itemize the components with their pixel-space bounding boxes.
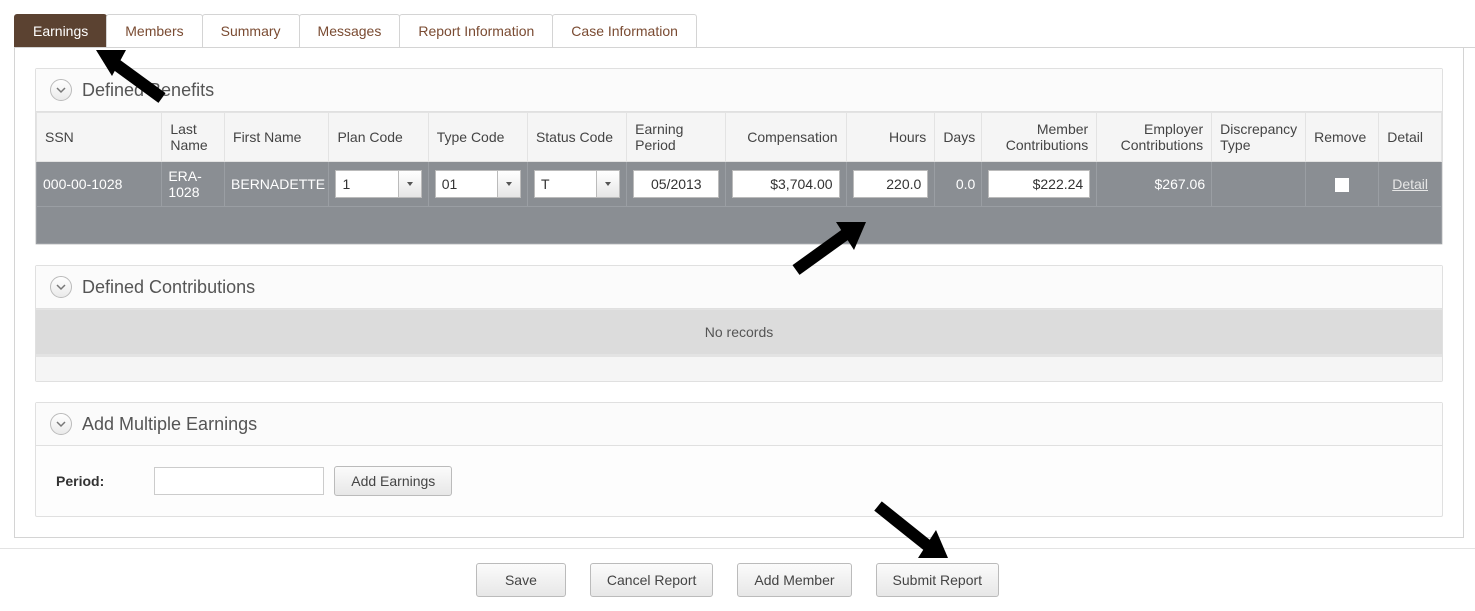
cell-earning-period	[627, 162, 726, 207]
col-last-name[interactable]: Last Name	[162, 113, 225, 162]
cell-ssn: 000-00-1028	[37, 162, 162, 207]
cell-days: 0.0	[935, 162, 982, 207]
cell-first-name: BERNADETTE	[225, 162, 329, 207]
tab-messages[interactable]: Messages	[299, 14, 401, 47]
col-type-code[interactable]: Type Code	[428, 113, 527, 162]
period-label: Period:	[56, 473, 104, 489]
plan-code-value: 1	[335, 170, 397, 198]
col-employer-contrib[interactable]: Employer Contributions	[1097, 113, 1212, 162]
cell-hours	[846, 162, 935, 207]
save-button[interactable]: Save	[476, 563, 566, 597]
cell-employer-contrib: $267.06	[1097, 162, 1212, 207]
col-earning-period[interactable]: Earning Period	[627, 113, 726, 162]
panel-header-defined-contributions[interactable]: Defined Contributions	[36, 266, 1442, 309]
no-records-message: No records	[36, 309, 1442, 356]
cell-plan-code: 1	[329, 162, 428, 207]
cell-detail: Detail	[1379, 162, 1442, 207]
chevron-down-icon[interactable]	[50, 79, 72, 101]
col-hours[interactable]: Hours	[846, 113, 935, 162]
col-plan-code[interactable]: Plan Code	[329, 113, 428, 162]
member-contrib-input[interactable]	[988, 170, 1090, 198]
status-code-value: T	[534, 170, 596, 198]
type-code-value: 01	[435, 170, 497, 198]
col-remove[interactable]: Remove	[1306, 113, 1379, 162]
arrow-annotation-icon	[870, 498, 950, 562]
table-header-row: SSN Last Name First Name Plan Code Type …	[37, 113, 1442, 162]
panel-header-defined-benefits[interactable]: Defined Benefits	[36, 69, 1442, 112]
tab-report-information[interactable]: Report Information	[399, 14, 553, 47]
hours-input[interactable]	[853, 170, 929, 198]
chevron-down-icon[interactable]	[50, 413, 72, 435]
col-discrepancy[interactable]: Discrepancy Type	[1212, 113, 1306, 162]
add-earnings-button[interactable]: Add Earnings	[334, 466, 452, 496]
cell-status-code: T	[527, 162, 626, 207]
panel-title: Defined Contributions	[82, 277, 255, 298]
cell-last-name: ERA-1028	[162, 162, 225, 207]
col-member-contrib[interactable]: Member Contributions	[982, 113, 1097, 162]
chevron-down-icon[interactable]	[50, 276, 72, 298]
col-ssn[interactable]: SSN	[37, 113, 162, 162]
tab-case-information[interactable]: Case Information	[552, 14, 697, 47]
chevron-down-icon[interactable]	[596, 170, 620, 198]
type-code-select[interactable]: 01	[435, 170, 521, 198]
col-first-name[interactable]: First Name	[225, 113, 329, 162]
plan-code-select[interactable]: 1	[335, 170, 421, 198]
action-bar: Save Cancel Report Add Member Submit Rep…	[0, 548, 1475, 611]
cell-type-code: 01	[428, 162, 527, 207]
tab-bar: Earnings Members Summary Messages Report…	[14, 14, 1475, 48]
cancel-report-button[interactable]: Cancel Report	[590, 563, 714, 597]
chevron-down-icon[interactable]	[398, 170, 422, 198]
remove-checkbox[interactable]	[1335, 178, 1349, 192]
col-detail[interactable]: Detail	[1379, 113, 1442, 162]
arrow-annotation-icon	[788, 218, 868, 278]
arrow-annotation-icon	[92, 42, 172, 106]
status-code-select[interactable]: T	[534, 170, 620, 198]
cell-compensation	[726, 162, 846, 207]
defined-benefits-table: SSN Last Name First Name Plan Code Type …	[36, 112, 1442, 244]
earning-period-input[interactable]	[633, 170, 719, 198]
chevron-down-icon[interactable]	[497, 170, 521, 198]
panel-defined-benefits: Defined Benefits SSN Last Name First Nam…	[35, 68, 1443, 245]
submit-report-button[interactable]: Submit Report	[876, 563, 999, 597]
col-compensation[interactable]: Compensation	[726, 113, 846, 162]
panel-title: Add Multiple Earnings	[82, 414, 257, 435]
add-member-button[interactable]: Add Member	[737, 563, 851, 597]
tab-summary[interactable]: Summary	[202, 14, 300, 47]
table-row[interactable]: 000-00-1028 ERA-1028 BERNADETTE 1 01	[37, 162, 1442, 207]
col-days[interactable]: Days	[935, 113, 982, 162]
panel-add-multiple-earnings: Add Multiple Earnings Period: Add Earnin…	[35, 402, 1443, 517]
cell-remove	[1306, 162, 1379, 207]
panel-defined-contributions: Defined Contributions No records	[35, 265, 1443, 382]
detail-link[interactable]: Detail	[1392, 176, 1428, 192]
panel-header-add-multiple[interactable]: Add Multiple Earnings	[36, 403, 1442, 446]
col-status-code[interactable]: Status Code	[527, 113, 626, 162]
compensation-input[interactable]	[732, 170, 839, 198]
period-input[interactable]	[154, 467, 324, 495]
cell-discrepancy	[1212, 162, 1306, 207]
cell-member-contrib	[982, 162, 1097, 207]
